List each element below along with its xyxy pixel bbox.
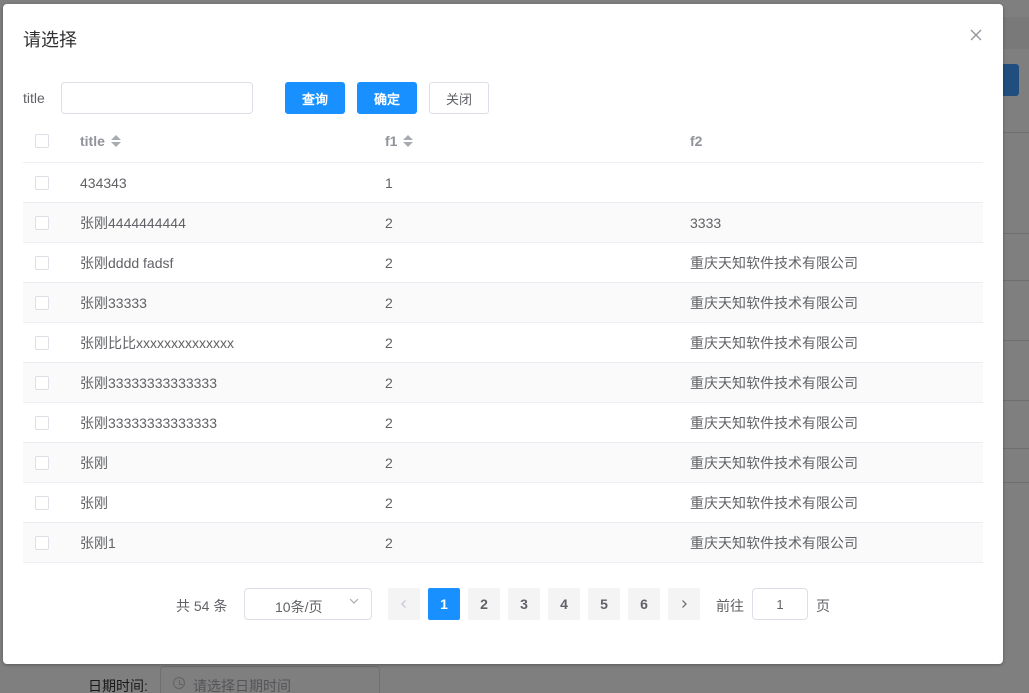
column-header-label: title bbox=[80, 132, 105, 149]
table-row[interactable]: 张刚 2 重庆天知软件技术有限公司 bbox=[23, 483, 983, 523]
title-search-input[interactable] bbox=[61, 82, 253, 114]
cell-f2: 重庆天知软件技术有限公司 bbox=[690, 254, 858, 271]
cell-f2: 重庆天知软件技术有限公司 bbox=[690, 534, 858, 551]
column-header-label: f1 bbox=[385, 132, 398, 149]
cell-f1: 2 bbox=[385, 454, 393, 471]
page-button-5[interactable]: 5 bbox=[588, 588, 620, 620]
cell-f1: 2 bbox=[385, 254, 393, 271]
cell-f2: 重庆天知软件技术有限公司 bbox=[690, 334, 858, 351]
table-row[interactable]: 张刚 2 重庆天知软件技术有限公司 bbox=[23, 443, 983, 483]
row-checkbox[interactable] bbox=[35, 535, 49, 550]
row-checkbox[interactable] bbox=[35, 455, 49, 470]
data-table: title f1 f2 434343 1 张刚4444444444 2 3333 张刚dd… bbox=[23, 119, 983, 563]
search-label: title bbox=[23, 90, 45, 106]
cell-f1: 2 bbox=[385, 414, 393, 431]
cell-f1: 2 bbox=[385, 374, 393, 391]
select-all-checkbox[interactable] bbox=[35, 133, 49, 148]
query-button[interactable]: 查询 bbox=[285, 82, 345, 114]
select-dialog: 请选择 title 查询 确定 关闭 title f1 f2 434343 1 张刚… bbox=[3, 4, 1003, 664]
table-row[interactable]: 张刚dddd fadsf 2 重庆天知软件技术有限公司 bbox=[23, 243, 983, 283]
row-checkbox[interactable] bbox=[35, 255, 49, 270]
table-row[interactable]: 张刚33333333333333 2 重庆天知软件技术有限公司 bbox=[23, 403, 983, 443]
cell-title: 张刚1 bbox=[80, 534, 116, 551]
cell-f2: 重庆天知软件技术有限公司 bbox=[690, 374, 858, 391]
page-button-1[interactable]: 1 bbox=[428, 588, 460, 620]
page-size-select[interactable]: 10条/页 bbox=[244, 588, 372, 620]
page-button-2[interactable]: 2 bbox=[468, 588, 500, 620]
close-icon[interactable] bbox=[967, 26, 985, 44]
prev-page-button[interactable] bbox=[388, 588, 420, 620]
table-row[interactable]: 张刚比比xxxxxxxxxxxxxx 2 重庆天知软件技术有限公司 bbox=[23, 323, 983, 363]
row-checkbox[interactable] bbox=[35, 295, 49, 310]
cell-f2: 重庆天知软件技术有限公司 bbox=[690, 494, 858, 511]
table-row[interactable]: 张刚1 2 重庆天知软件技术有限公司 bbox=[23, 523, 983, 563]
table-row[interactable]: 张刚33333 2 重庆天知软件技术有限公司 bbox=[23, 283, 983, 323]
row-checkbox[interactable] bbox=[35, 335, 49, 350]
row-checkbox[interactable] bbox=[35, 415, 49, 430]
page-button-3[interactable]: 3 bbox=[508, 588, 540, 620]
cell-f1: 2 bbox=[385, 214, 393, 231]
row-checkbox[interactable] bbox=[35, 175, 49, 190]
chevron-left-icon bbox=[401, 600, 406, 608]
page-button-6[interactable]: 6 bbox=[628, 588, 660, 620]
table-row[interactable]: 张刚33333333333333 2 重庆天知软件技术有限公司 bbox=[23, 363, 983, 403]
cell-title: 张刚 bbox=[80, 454, 108, 471]
cell-f1: 2 bbox=[385, 294, 393, 311]
next-page-button[interactable] bbox=[668, 588, 700, 620]
table-body: 434343 1 张刚4444444444 2 3333 张刚dddd fadsf 2 重庆天… bbox=[23, 163, 983, 563]
page-button-4[interactable]: 4 bbox=[548, 588, 580, 620]
table-row[interactable]: 434343 1 bbox=[23, 163, 983, 203]
cell-title: 张刚dddd fadsf bbox=[80, 254, 174, 271]
table-header: title f1 f2 bbox=[23, 119, 983, 163]
cell-f2: 重庆天知软件技术有限公司 bbox=[690, 454, 858, 471]
cell-title: 张刚33333333333333 bbox=[80, 374, 218, 391]
page-size-value: 10条/页 bbox=[275, 599, 323, 615]
cell-title: 434343 bbox=[80, 174, 127, 191]
confirm-button[interactable]: 确定 bbox=[357, 82, 417, 114]
close-button[interactable]: 关闭 bbox=[429, 82, 489, 114]
cell-f2: 3333 bbox=[690, 214, 722, 231]
cell-f1: 2 bbox=[385, 334, 393, 351]
column-header-f1[interactable]: f1 bbox=[385, 119, 414, 162]
goto-label: 前往 bbox=[716, 598, 744, 614]
sort-icon[interactable] bbox=[110, 134, 121, 147]
column-header-f2: f2 bbox=[690, 119, 702, 162]
cell-f1: 2 bbox=[385, 534, 393, 551]
cell-title: 张刚比比xxxxxxxxxxxxxx bbox=[80, 334, 234, 351]
chevron-down-icon bbox=[349, 598, 359, 604]
goto-page-input[interactable] bbox=[752, 588, 808, 620]
column-header-title[interactable]: title bbox=[80, 119, 121, 162]
cell-f2: 重庆天知软件技术有限公司 bbox=[690, 414, 858, 431]
row-checkbox[interactable] bbox=[35, 375, 49, 390]
cell-f2: 重庆天知软件技术有限公司 bbox=[690, 294, 858, 311]
column-header-label: f2 bbox=[690, 132, 703, 149]
dialog-title: 请选择 bbox=[23, 30, 77, 50]
row-checkbox[interactable] bbox=[35, 215, 49, 230]
table-row[interactable]: 张刚4444444444 2 3333 bbox=[23, 203, 983, 243]
pagination-total: 共 54 条 bbox=[176, 598, 228, 614]
row-checkbox[interactable] bbox=[35, 495, 49, 510]
cell-f1: 1 bbox=[385, 174, 393, 191]
cell-title: 张刚4444444444 bbox=[80, 214, 186, 231]
cell-f1: 2 bbox=[385, 494, 393, 511]
cell-title: 张刚33333 bbox=[80, 294, 147, 311]
goto-suffix: 页 bbox=[816, 598, 830, 614]
cell-title: 张刚 bbox=[80, 494, 108, 511]
cell-title: 张刚33333333333333 bbox=[80, 414, 218, 431]
sort-icon[interactable] bbox=[403, 134, 414, 147]
chevron-right-icon bbox=[682, 600, 687, 608]
